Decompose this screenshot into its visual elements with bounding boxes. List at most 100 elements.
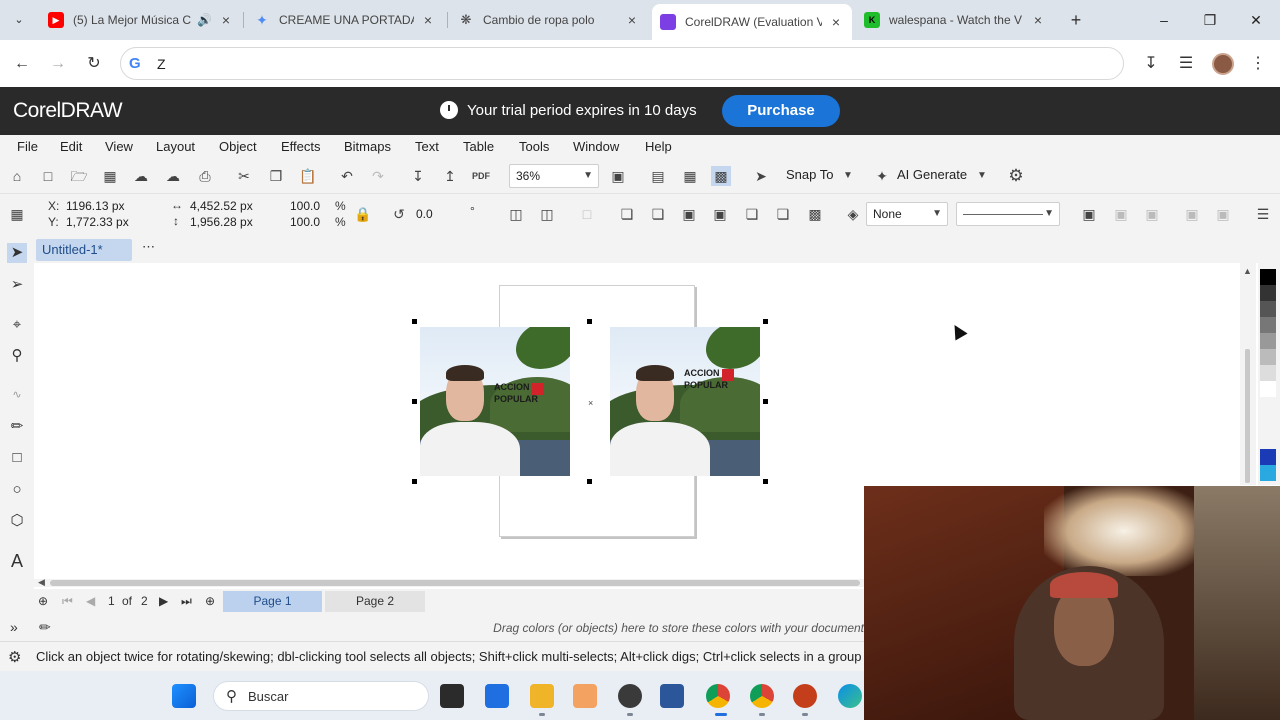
palette-swatch[interactable] xyxy=(1260,333,1276,349)
quick-customize-icon[interactable]: ▣ xyxy=(1079,204,1099,224)
object-width-field[interactable]: 4,452.52 px xyxy=(190,198,253,215)
scrollbar-thumb[interactable] xyxy=(50,580,860,586)
new-document-icon[interactable]: □ xyxy=(38,166,58,186)
mirror-horizontal-icon[interactable]: ◫ xyxy=(506,204,526,224)
palette-swatch[interactable] xyxy=(1260,269,1276,285)
reload-icon[interactable]: ↻ xyxy=(82,52,106,76)
zoom-tool-icon[interactable]: ⚲ xyxy=(7,346,27,366)
expand-chevrons-icon[interactable]: » xyxy=(10,619,18,635)
import-icon[interactable]: ↧ xyxy=(408,166,428,186)
menu-table[interactable]: Table xyxy=(463,139,494,154)
last-page-icon[interactable]: ⏭ xyxy=(181,594,192,609)
text-tool-icon[interactable]: A xyxy=(7,551,27,571)
minimize-button[interactable]: – xyxy=(1144,6,1184,34)
task-view-icon[interactable] xyxy=(440,684,464,708)
edge-icon[interactable] xyxy=(838,684,862,708)
tab-search-chevron-icon[interactable]: ⌄ xyxy=(8,10,30,30)
davinci-resolve-icon[interactable] xyxy=(618,684,642,708)
outline-width-select[interactable]: None ▼ xyxy=(866,202,948,226)
browser-tab-coreldraw[interactable]: CorelDRAW (Evaluation V × xyxy=(652,4,852,40)
restore-button[interactable]: ❐ xyxy=(1190,6,1230,34)
menu-effects[interactable]: Effects xyxy=(281,139,321,154)
forward-arrow-icon[interactable]: → xyxy=(46,52,70,76)
export-icon[interactable]: ↥ xyxy=(440,166,460,186)
microsoft-store-icon[interactable] xyxy=(485,684,509,708)
back-arrow-icon[interactable]: ← xyxy=(10,52,34,76)
cloud-upload-icon[interactable]: ☁ xyxy=(131,166,151,186)
browser-tab-chatgpt[interactable]: ❋ Cambio de ropa polo × xyxy=(450,6,648,34)
menu-help[interactable]: Help xyxy=(645,139,672,154)
line-style-select[interactable]: ▼ xyxy=(956,202,1060,226)
menu-bitmaps[interactable]: Bitmaps xyxy=(344,139,391,154)
palette-swatch[interactable] xyxy=(1260,285,1276,301)
palette-swatch[interactable] xyxy=(1260,349,1276,365)
disabled-tool-icon[interactable]: ▣ xyxy=(1213,204,1233,224)
add-page-before-icon[interactable]: ⊕ xyxy=(38,594,48,608)
image-white-tshirt[interactable]: ACCION POPULAR xyxy=(610,327,760,476)
chrome-profile-icon[interactable] xyxy=(750,684,774,708)
selection-handle[interactable] xyxy=(412,399,417,404)
menu-edit[interactable]: Edit xyxy=(60,139,82,154)
crop-tool-icon[interactable]: ⌖ xyxy=(7,315,27,335)
palette-swatch[interactable] xyxy=(1260,381,1276,397)
taskbar-search-box[interactable]: ⚲ Buscar xyxy=(213,681,429,711)
disabled-tool-icon[interactable]: ▣ xyxy=(1111,204,1131,224)
home-icon[interactable]: ⌂ xyxy=(7,166,27,186)
ellipse-tool-icon[interactable]: ○ xyxy=(7,480,27,500)
powerpoint-icon[interactable] xyxy=(793,684,817,708)
palette-swatch[interactable] xyxy=(1260,365,1276,381)
scale-height-field[interactable]: 100.0 xyxy=(290,214,320,231)
close-tab-icon[interactable]: × xyxy=(420,12,436,28)
paste-icon[interactable]: 📋 xyxy=(298,166,318,186)
palette-swatch[interactable] xyxy=(1260,465,1276,481)
intersect-icon[interactable]: ❏ xyxy=(742,204,762,224)
windows-start-icon[interactable] xyxy=(172,684,196,708)
close-tab-icon[interactable]: × xyxy=(218,12,234,28)
pdf-icon[interactable]: PDF xyxy=(471,166,491,186)
page-tab-2[interactable]: Page 2 xyxy=(325,591,425,612)
vertical-scrollbar[interactable]: ▲ xyxy=(1240,263,1256,485)
previous-page-icon[interactable]: ◀ xyxy=(86,594,95,608)
horizontal-scrollbar[interactable]: ◀ xyxy=(34,577,864,588)
undo-icon[interactable]: ↶ xyxy=(337,166,357,186)
rectangle-tool-icon[interactable]: □ xyxy=(7,448,27,468)
scroll-up-icon[interactable]: ▲ xyxy=(1243,266,1252,276)
toolbar-options-icon[interactable]: ☰ xyxy=(1253,204,1273,224)
palette-swatch[interactable] xyxy=(1260,301,1276,317)
menu-view[interactable]: View xyxy=(105,139,133,154)
browser-tab-kick[interactable]: K walespana - Watch the V × xyxy=(856,6,1054,34)
rotation-angle-field[interactable]: 0.0 xyxy=(416,206,433,223)
mirror-vertical-icon[interactable]: ◫ xyxy=(537,204,557,224)
artistic-media-tool-icon[interactable]: ✏ xyxy=(7,417,27,437)
snap-to-dropdown[interactable]: Snap To xyxy=(786,167,833,182)
save-icon[interactable]: ▦ xyxy=(100,166,120,186)
lock-ratio-icon[interactable]: 🔒 xyxy=(353,204,373,224)
menu-layout[interactable]: Layout xyxy=(156,139,195,154)
selection-handle[interactable] xyxy=(412,479,417,484)
selection-handle[interactable] xyxy=(587,319,592,324)
close-tab-icon[interactable]: × xyxy=(828,14,844,30)
x-position-field[interactable]: 1196.13 px xyxy=(66,198,125,215)
file-explorer-icon[interactable] xyxy=(530,684,554,708)
print-icon[interactable]: ⎙ xyxy=(195,166,215,186)
menu-text[interactable]: Text xyxy=(415,139,439,154)
purchase-button[interactable]: Purchase xyxy=(722,95,840,127)
close-window-button[interactable]: ✕ xyxy=(1236,6,1276,34)
chrome-icon[interactable] xyxy=(706,684,730,708)
group-icon[interactable]: ❏ xyxy=(617,204,637,224)
selection-handle[interactable] xyxy=(763,399,768,404)
document-tab[interactable]: Untitled-1* xyxy=(36,239,132,261)
freehand-tool-icon[interactable]: ∿ xyxy=(7,385,27,405)
close-tab-icon[interactable]: × xyxy=(624,12,640,28)
media-control-icon[interactable]: ☰ xyxy=(1174,52,1198,76)
scroll-left-icon[interactable]: ◀ xyxy=(38,577,45,588)
image-white-polo[interactable]: ACCION POPULAR xyxy=(420,327,570,476)
show-guidelines-icon[interactable]: ▩ xyxy=(711,166,731,186)
close-tab-icon[interactable]: × xyxy=(1030,12,1046,28)
scale-width-field[interactable]: 100.0 xyxy=(290,198,320,215)
cloud-sync-icon[interactable]: ☁ xyxy=(163,166,183,186)
browser-tab-youtube[interactable]: ▶ (5) La Mejor Música C 🔊 × xyxy=(40,6,242,34)
palette-swatch[interactable] xyxy=(1260,317,1276,333)
trim-icon[interactable]: ▣ xyxy=(710,204,730,224)
create-boundary-icon[interactable]: ▩ xyxy=(805,204,825,224)
